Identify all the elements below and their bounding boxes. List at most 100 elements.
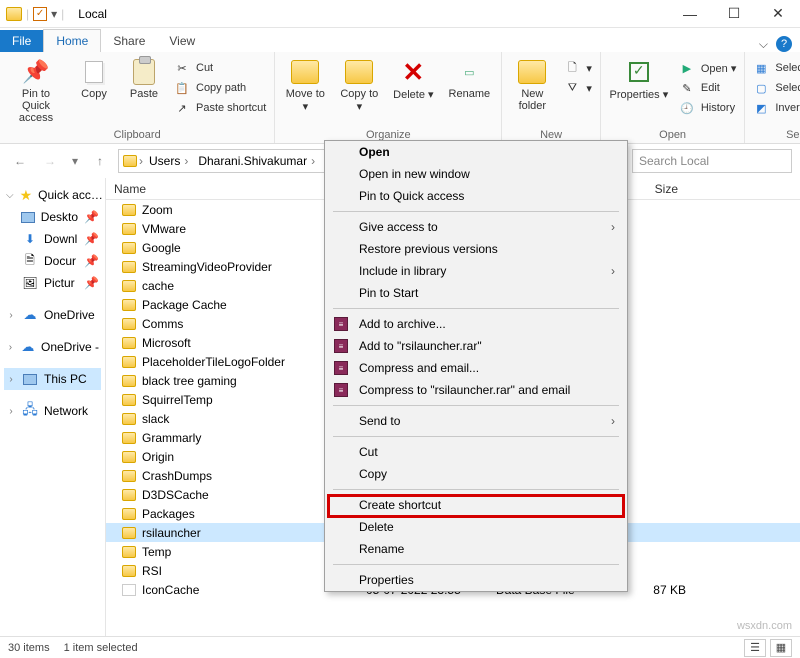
tab-file[interactable]: File: [0, 30, 43, 52]
copy-to-button[interactable]: Copy to ▾: [337, 56, 381, 113]
rename-button[interactable]: ▭Rename: [445, 56, 493, 100]
edit-button[interactable]: ✎Edit: [679, 80, 737, 96]
ctx-compress-rar-email[interactable]: ≡Compress to "rsilauncher.rar" and email: [325, 379, 627, 401]
ctx-include-in-library[interactable]: Include in library›: [325, 260, 627, 282]
star-icon: ★: [20, 187, 33, 203]
ctx-rename[interactable]: Rename: [325, 538, 627, 560]
open-button[interactable]: ▶Open ▾: [679, 60, 737, 76]
minimize-button[interactable]: —: [668, 0, 712, 28]
tab-view[interactable]: View: [157, 30, 207, 52]
paste-button[interactable]: Paste: [124, 56, 164, 100]
file-name: Origin: [142, 450, 174, 464]
ctx-pin-to-start[interactable]: Pin to Start: [325, 282, 627, 304]
ctx-open[interactable]: Open: [325, 141, 627, 163]
recent-dropdown[interactable]: ▾: [68, 149, 82, 173]
pin-to-quick-access-button[interactable]: 📌 Pin to Quick access: [8, 56, 64, 124]
ctx-give-access-to[interactable]: Give access to›: [325, 216, 627, 238]
up-button[interactable]: ↑: [88, 149, 112, 173]
move-to-button[interactable]: Move to ▾: [283, 56, 327, 113]
easy-access-button[interactable]: ⛛▾: [564, 80, 592, 96]
copy-icon: [80, 58, 108, 86]
ctx-send-to[interactable]: Send to›: [325, 410, 627, 432]
paste-shortcut-button[interactable]: ↗Paste shortcut: [174, 100, 266, 116]
navigation-pane: ⌵★Quick acc… Deskto📌 ⬇Downl📌 🗎Docur📌 🖼Pi…: [0, 178, 106, 636]
sidebar-item-quick-access[interactable]: ⌵★Quick acc…: [4, 184, 101, 206]
document-icon: 🗎: [22, 253, 38, 269]
file-name: Comms: [142, 317, 183, 331]
search-input[interactable]: Search Local: [632, 149, 792, 173]
delete-button[interactable]: ✕Delete ▾: [391, 56, 435, 101]
close-button[interactable]: ✕: [756, 0, 800, 28]
sidebar-item-downloads[interactable]: ⬇Downl📌: [4, 228, 101, 250]
open-group-label: Open: [609, 127, 737, 141]
sidebar-item-documents[interactable]: 🗎Docur📌: [4, 250, 101, 272]
ctx-add-to-archive[interactable]: ≡Add to archive...: [325, 313, 627, 335]
folder-icon: [122, 394, 136, 406]
maximize-button[interactable]: ☐: [712, 0, 756, 28]
sidebar-item-desktop[interactable]: Deskto📌: [4, 206, 101, 228]
select-all-button[interactable]: ▦Select all: [753, 60, 800, 76]
collapse-ribbon-icon[interactable]: ⌵: [759, 37, 768, 52]
select-none-button[interactable]: ▢Select none: [753, 80, 800, 96]
ctx-cut[interactable]: Cut: [325, 441, 627, 463]
file-name: rsilauncher: [142, 526, 201, 540]
breadcrumb-seg[interactable]: Users›: [145, 154, 192, 168]
ctx-properties[interactable]: Properties: [325, 569, 627, 591]
copy-button[interactable]: Copy: [74, 56, 114, 100]
cut-button[interactable]: ✂Cut: [174, 60, 266, 76]
context-menu: Open Open in new window Pin to Quick acc…: [324, 140, 628, 592]
paste-icon: [130, 58, 158, 86]
folder-icon: [291, 60, 319, 84]
ctx-pin-quick-access[interactable]: Pin to Quick access: [325, 185, 627, 207]
ctx-delete[interactable]: Delete: [325, 516, 627, 538]
ctx-add-to-rar[interactable]: ≡Add to "rsilauncher.rar": [325, 335, 627, 357]
folder-icon: [122, 261, 136, 273]
folder-icon: [122, 451, 136, 463]
winrar-icon: ≡: [333, 316, 349, 332]
folder-icon: [122, 337, 136, 349]
new-item-button[interactable]: 🗋▾: [564, 60, 592, 76]
tab-share[interactable]: Share: [101, 30, 157, 52]
tab-home[interactable]: Home: [43, 29, 101, 52]
file-name: IconCache: [142, 583, 199, 597]
pc-icon: [22, 371, 38, 387]
qat-check-icon[interactable]: ✓: [33, 7, 47, 21]
sidebar-item-onedrive2[interactable]: ›☁OneDrive -: [4, 336, 101, 358]
file-name: Google: [142, 241, 181, 255]
ctx-restore-previous[interactable]: Restore previous versions: [325, 238, 627, 260]
copy-path-button[interactable]: 📋Copy path: [174, 80, 266, 96]
item-count: 30 items: [8, 642, 50, 654]
sidebar-item-pictures[interactable]: 🖼Pictur📌: [4, 272, 101, 294]
details-view-button[interactable]: ☰: [744, 639, 766, 657]
file-icon: [122, 584, 136, 596]
forward-button[interactable]: →: [38, 149, 62, 173]
sidebar-item-this-pc[interactable]: ›This PC: [4, 368, 101, 390]
ctx-open-new-window[interactable]: Open in new window: [325, 163, 627, 185]
selected-count: 1 item selected: [64, 642, 138, 654]
back-button[interactable]: ←: [8, 149, 32, 173]
folder-icon: [345, 60, 373, 84]
sidebar-item-network[interactable]: ›🖧Network: [4, 400, 101, 422]
breadcrumb-seg[interactable]: Dharani.Shivakumar›: [194, 154, 319, 168]
icons-view-button[interactable]: ▦: [770, 639, 792, 657]
quick-access-toolbar: | ✓ ▾ |: [0, 7, 70, 21]
file-name: Grammarly: [142, 431, 201, 445]
help-icon[interactable]: ?: [776, 36, 792, 52]
ctx-copy[interactable]: Copy: [325, 463, 627, 485]
properties-button[interactable]: Properties ▾: [609, 56, 669, 101]
file-name: SquirrelTemp: [142, 393, 213, 407]
qat-dropdown-icon[interactable]: ▾: [51, 7, 57, 21]
folder-icon: [122, 204, 136, 216]
history-button[interactable]: 🕘History: [679, 100, 737, 116]
ctx-create-shortcut[interactable]: Create shortcut: [325, 494, 627, 516]
folder-icon: [122, 356, 136, 368]
ctx-compress-email[interactable]: ≡Compress and email...: [325, 357, 627, 379]
file-name: Zoom: [142, 203, 173, 217]
folder-icon: [122, 375, 136, 387]
folder-icon: [122, 565, 136, 577]
new-folder-button[interactable]: New folder: [510, 56, 554, 112]
sidebar-item-onedrive[interactable]: ›☁OneDrive: [4, 304, 101, 326]
invert-selection-button[interactable]: ◩Invert selection: [753, 100, 800, 116]
new-group-label: New: [510, 127, 592, 141]
folder-icon: [122, 470, 136, 482]
